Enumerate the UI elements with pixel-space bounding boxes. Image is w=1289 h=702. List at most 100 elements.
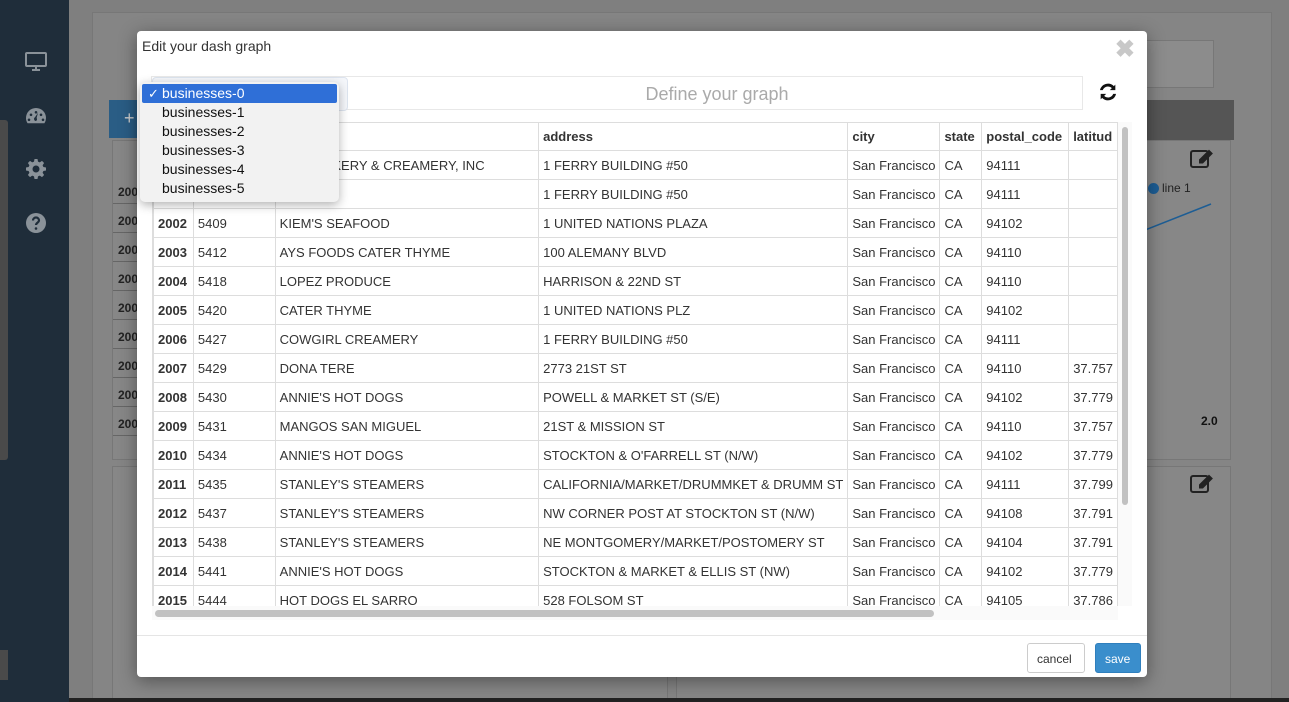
table-cell: CA [939,295,983,325]
dataset-option[interactable]: businesses-3 [140,141,339,160]
table-cell: 37.779 [1068,556,1118,586]
dataset-option[interactable]: ✓ businesses-0 [142,84,337,103]
table-cell: MANGOS SAN MIGUEL [274,411,540,441]
table-row[interactable]: 2005 5420 CATER THYME 1 UNITED NATIONS PLZ S… [153,295,1118,325]
dataset-option[interactable]: businesses-1 [140,103,339,122]
row-index-cell: 2010 [153,440,194,470]
table-cell: 94111 [981,179,1070,209]
table-row[interactable]: 2011 5435 STANLEY'S STEAMERS CALIFORNIA/MAR… [153,469,1118,499]
table-cell [1068,208,1118,238]
vertical-scrollbar[interactable] [1118,122,1132,606]
table-cell: STOCKTON & O'FARRELL ST (N/W) [538,440,849,470]
table-cell: STOCKTON & MARKET & ELLIS ST (NW) [538,556,849,586]
gear-icon[interactable] [22,155,50,183]
table-cell: San Francisco [847,440,941,470]
row-index-cell: 2014 [153,556,194,586]
dataset-option-label: businesses-3 [162,142,245,158]
dataset-option[interactable]: businesses-2 [140,122,339,141]
table-cell: 5444 [192,585,276,606]
column-header[interactable]: latitud [1068,122,1118,151]
table-cell: 5418 [192,266,276,296]
dashboard-icon[interactable] [22,102,50,130]
table-cell: San Francisco [847,324,941,354]
column-header[interactable]: city [847,122,941,151]
row-index-cell: 2005 [153,295,194,325]
table-row[interactable]: 2003 5412 AYS FOODS CATER THYME 100 ALEMANY… [153,237,1118,267]
table-cell: CALIFORNIA/MARKET/DRUMMKET & DRUMM ST [538,469,849,499]
table-cell: 37.779 [1068,382,1118,412]
background-legend: line 1 [1148,181,1191,195]
table-cell: CA [939,498,983,528]
legend-label: line 1 [1162,181,1191,195]
table-cell: CA [939,527,983,557]
table-cell: 5427 [192,324,276,354]
column-header[interactable]: address [538,122,849,151]
row-index-cell: 2004 [153,266,194,296]
edit-icon [1190,147,1214,169]
table-cell: NW CORNER POST AT STOCKTON ST (N/W) [538,498,849,528]
column-header[interactable]: state [939,122,983,151]
save-button[interactable]: save [1095,643,1141,673]
table-row[interactable]: 2004 5418 LOPEZ PRODUCE HARRISON & 22ND ST S… [153,266,1118,296]
table-cell: 94105 [981,585,1070,606]
table-cell: CA [939,556,983,586]
row-index-cell: 2012 [153,498,194,528]
table-cell: 94108 [981,498,1070,528]
table-cell: 5435 [192,469,276,499]
background-row-labels: 200 200 200 200 200 200 200 200 200 [113,175,138,436]
refresh-icon[interactable] [1097,80,1119,104]
table-cell: 5429 [192,353,276,383]
row-index-cell: 2007 [153,353,194,383]
horizontal-scrollbar[interactable] [152,606,1118,620]
table-cell: CA [939,585,983,606]
table-cell: COWGIRL CREAMERY [274,324,540,354]
table-cell: CA [939,440,983,470]
table-cell [1068,295,1118,325]
table-row[interactable]: 2009 5431 MANGOS SAN MIGUEL 21ST & MISSION … [153,411,1118,441]
row-index-cell: 2006 [153,324,194,354]
column-header[interactable]: postal_code [981,122,1070,151]
table-cell: POWELL & MARKET ST (S/E) [538,382,849,412]
table-cell: HARRISON & 22ND ST [538,266,849,296]
table-row[interactable]: 2006 5427 COWGIRL CREAMERY 1 FERRY BUILDING… [153,324,1118,354]
horizontal-scroll-thumb[interactable] [155,610,934,617]
background-row-label: 200 [113,378,138,407]
table-row[interactable]: 2012 5437 STANLEY'S STEAMERS NW CORNER POST… [153,498,1118,528]
table-cell: CA [939,411,983,441]
dataset-option[interactable]: businesses-4 [140,160,339,179]
table-cell: ANNIE'S HOT DOGS [274,556,540,586]
table-cell [1068,324,1118,354]
table-cell: 94111 [981,324,1070,354]
table-cell: 5437 [192,498,276,528]
row-index-cell: 2002 [153,208,194,238]
table-cell: CA [939,353,983,383]
row-index-cell: 2009 [153,411,194,441]
table-cell: 528 FOLSOM ST [538,585,849,606]
table-cell: San Francisco [847,237,941,267]
background-row-label: 200 [113,233,138,262]
table-cell: 37.791 [1068,498,1118,528]
table-cell: CA [939,382,983,412]
table-cell: STANLEY'S STEAMERS [274,527,540,557]
background-row-label: 200 [113,291,138,320]
dataset-option[interactable]: businesses-5 [140,179,339,198]
help-icon[interactable] [22,209,50,237]
table-row[interactable]: 2015 5444 HOT DOGS EL SARRO 528 FOLSOM ST Sa… [153,585,1118,606]
table-row[interactable]: 2014 5441 ANNIE'S HOT DOGS STOCKTON & MARKE… [153,556,1118,586]
table-row[interactable]: 2002 5409 KIEM'S SEAFOOD 1 UNITED NATIONS P… [153,208,1118,238]
close-icon[interactable]: ✖ [1115,35,1135,64]
cancel-button[interactable]: cancel [1027,643,1085,673]
table-cell: 5438 [192,527,276,557]
row-index-cell: 2015 [153,585,194,606]
table-cell: San Francisco [847,411,941,441]
table-row[interactable]: 2007 5429 DONA TERE 2773 21ST ST San Francis… [153,353,1118,383]
background-row-label: 200 [113,204,138,233]
table-row[interactable]: 2010 5434 ANNIE'S HOT DOGS STOCKTON & O'FAR… [153,440,1118,470]
row-index-cell: 2013 [153,527,194,557]
table-row[interactable]: 2008 5430 ANNIE'S HOT DOGS POWELL & MARKET … [153,382,1118,412]
table-cell [1068,237,1118,267]
monitor-icon[interactable] [22,47,50,75]
table-row[interactable]: 2013 5438 STANLEY'S STEAMERS NE MONTGOMERY/… [153,527,1118,557]
table-cell: CA [939,208,983,238]
vertical-scroll-thumb[interactable] [1122,127,1128,505]
